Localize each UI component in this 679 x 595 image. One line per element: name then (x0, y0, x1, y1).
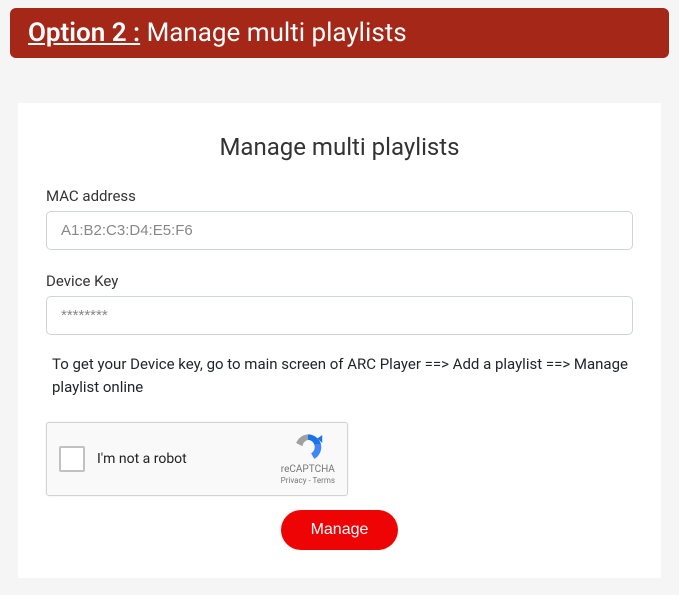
device-key-input[interactable] (46, 296, 633, 335)
recaptcha-links[interactable]: Privacy - Terms (281, 476, 335, 486)
recaptcha-icon (292, 432, 324, 462)
recaptcha-branding: reCAPTCHA Privacy - Terms (281, 432, 335, 486)
mac-address-label: MAC address (46, 187, 633, 205)
recaptcha-checkbox[interactable] (59, 446, 85, 472)
recaptcha-label: I'm not a robot (97, 451, 281, 467)
form-card: Manage multi playlists MAC address Devic… (18, 103, 661, 578)
header-suffix: Manage multi playlists (140, 18, 407, 48)
recaptcha-widget: I'm not a robot reCAPTCHA Privacy - Term… (46, 422, 348, 496)
device-key-label: Device Key (46, 272, 633, 290)
recaptcha-brand-text: reCAPTCHA (281, 464, 335, 476)
help-text: To get your Device key, go to main scree… (52, 353, 633, 400)
header-prefix: Option 2 : (28, 18, 140, 48)
manage-button[interactable]: Manage (281, 510, 399, 550)
card-title: Manage multi playlists (46, 133, 633, 161)
page-header: Option 2 : Manage multi playlists (10, 8, 669, 58)
mac-address-input[interactable] (46, 211, 633, 250)
